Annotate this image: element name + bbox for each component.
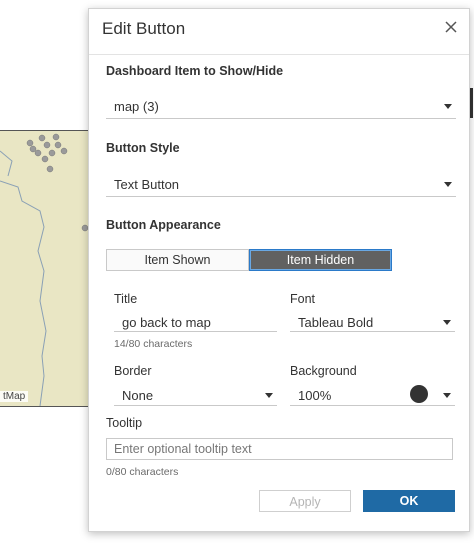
background-map [0, 130, 90, 407]
background-color-swatch[interactable] [410, 385, 428, 403]
tooltip-char-count: 0/80 characters [106, 466, 179, 478]
border-label: Border [114, 364, 152, 378]
background-value: 100% [298, 388, 332, 403]
chevron-down-icon [265, 393, 273, 398]
chevron-down-icon [444, 182, 452, 187]
chevron-down-icon [444, 104, 452, 109]
show-hide-value: map (3) [114, 99, 159, 114]
chevron-down-icon [443, 320, 451, 325]
tooltip-input[interactable]: Enter optional tooltip text [106, 438, 453, 460]
title-divider [89, 54, 469, 55]
chevron-down-icon [443, 393, 451, 398]
border-dropdown[interactable]: None [114, 383, 277, 406]
border-value: None [122, 388, 154, 403]
map-graphic [0, 133, 89, 406]
tab-item-hidden[interactable]: Item Hidden [249, 249, 392, 271]
title-char-count: 14/80 characters [114, 338, 193, 350]
button-style-dropdown[interactable]: Text Button [106, 172, 456, 197]
map-credit: tMap [0, 391, 29, 402]
show-hide-label: Dashboard Item to Show/Hide [106, 64, 284, 78]
button-style-label: Button Style [106, 141, 180, 155]
button-style-value: Text Button [114, 177, 180, 192]
font-label: Font [290, 292, 316, 306]
appearance-toggle: Item Shown Item Hidden [106, 249, 392, 271]
edit-button-dialog: Edit Button Dashboard Item to Show/Hide … [88, 8, 470, 532]
apply-button[interactable]: Apply [259, 490, 351, 512]
title-input-value: go back to map [122, 315, 211, 330]
dialog-title: Edit Button [102, 19, 186, 38]
show-hide-dropdown[interactable]: map (3) [106, 94, 456, 119]
ok-button[interactable]: OK [363, 490, 455, 512]
button-appearance-label: Button Appearance [106, 218, 221, 232]
title-label: Title [114, 292, 138, 306]
font-value: Tableau Bold [298, 315, 374, 330]
tooltip-label: Tooltip [106, 416, 143, 430]
tab-item-shown[interactable]: Item Shown [106, 249, 249, 271]
tooltip-placeholder: Enter optional tooltip text [114, 442, 252, 456]
background-dropdown[interactable]: 100% [290, 383, 455, 406]
title-input[interactable]: go back to map [114, 310, 277, 332]
close-icon[interactable] [441, 17, 461, 37]
background-label: Background [290, 364, 357, 378]
font-dropdown[interactable]: Tableau Bold [290, 310, 455, 332]
